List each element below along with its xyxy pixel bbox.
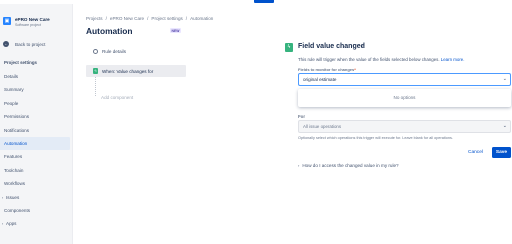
rule-details-item[interactable]: Rule details [86, 45, 186, 57]
project-header[interactable]: ▣ ePRO New Care Software project [3, 17, 50, 27]
fields-select-value: original estimate [303, 77, 337, 82]
breadcrumb-project[interactable]: ePRO New Care [110, 16, 144, 21]
breadcrumb: Projects / ePRO New Care / Project settings /… [86, 16, 216, 21]
trigger-item[interactable]: ϟ When: Value changes for [86, 65, 186, 77]
trigger-label: When: Value changes for [102, 68, 154, 74]
fields-dropdown: No options [298, 89, 511, 107]
breadcrumb-projects[interactable]: Projects [86, 16, 103, 21]
for-label: For [298, 114, 306, 119]
breadcrumb-separator: / [147, 16, 149, 21]
dropdown-empty-text: No options [393, 95, 416, 100]
sidebar-item-apps-label: Apps [6, 221, 17, 227]
panel-title: Field value changed [298, 43, 365, 50]
back-to-project-label: Back to project [15, 41, 46, 47]
sidebar-item-components[interactable]: Components [0, 204, 73, 217]
learn-more-link[interactable]: Learn more. [441, 57, 465, 62]
project-icon: ▣ [3, 17, 11, 25]
sidebar-item-summary[interactable]: Summary [0, 83, 73, 96]
breadcrumb-separator: / [185, 16, 188, 21]
sidebar-item-apps[interactable]: › Apps [0, 217, 73, 230]
sidebar-item-automation[interactable]: Automation [0, 136, 70, 151]
sidebar-item-people[interactable]: People [0, 97, 73, 110]
add-component-link[interactable]: Add component [101, 95, 133, 100]
project-settings-heading: Project settings [4, 60, 37, 65]
sidebar-item-issues[interactable]: › Issues [0, 191, 73, 204]
arrow-left-icon: ← [3, 41, 9, 47]
fields-label: Fields to monitor for changes* [298, 67, 356, 72]
fields-select-input[interactable]: original estimate ⌄ [298, 73, 511, 86]
project-type: Software project [15, 23, 41, 27]
rule-details-label: Rule details [102, 48, 127, 54]
connector-line [95, 77, 96, 96]
chevron-down-icon[interactable]: ⌄ [503, 123, 507, 129]
sidebar: ▣ ePRO New Care Software project ← Back … [0, 4, 73, 244]
breadcrumb-automation[interactable]: Automation [190, 16, 213, 21]
lightning-icon: ϟ [93, 68, 98, 74]
sidebar-item-permissions[interactable]: Permissions [0, 110, 73, 123]
fields-label-text: Fields to monitor for changes [298, 67, 355, 72]
breadcrumb-project-settings[interactable]: Project settings [151, 16, 182, 21]
for-select-value: All issue operations [303, 124, 342, 129]
panel-description: This rule will trigger when the value of… [298, 57, 464, 62]
howto-expander[interactable]: › How do I access the changed value in my… [298, 163, 399, 168]
chevron-right-icon: › [298, 163, 300, 168]
top-bar [0, 0, 512, 4]
panel-description-text: This rule will trigger when the value of… [298, 57, 440, 62]
sidebar-item-toolchain[interactable]: Toolchain [0, 164, 73, 177]
back-to-project-link[interactable]: ← Back to project [3, 41, 45, 47]
for-select[interactable]: All issue operations ⌄ [298, 120, 511, 133]
sidebar-item-details[interactable]: Details [0, 70, 73, 83]
sidebar-item-workflows[interactable]: Workflows [0, 177, 73, 190]
for-help-text: Optionally select which operations this … [298, 136, 453, 140]
new-badge: NEW [170, 28, 181, 33]
sidebar-item-features[interactable]: Features [0, 150, 73, 163]
save-button[interactable]: Save [492, 147, 511, 158]
sidebar-item-issues-label: Issues [6, 194, 20, 200]
lightning-icon: ϟ [285, 43, 293, 52]
cancel-button[interactable]: Cancel [468, 150, 483, 155]
sidebar-nav: Details Summary People Permissions Notif… [0, 70, 73, 231]
pencil-icon[interactable]: ✎ [361, 44, 365, 50]
top-bar-button[interactable] [254, 0, 274, 3]
breadcrumb-separator: / [105, 16, 107, 21]
gear-icon [93, 48, 98, 54]
howto-label: How do I access the changed value in my … [302, 163, 399, 168]
page-title: Automation [86, 26, 133, 36]
required-mark: * [354, 67, 356, 72]
chevron-down-icon[interactable]: ⌄ [503, 76, 507, 82]
sidebar-item-notifications[interactable]: Notifications [0, 124, 73, 137]
